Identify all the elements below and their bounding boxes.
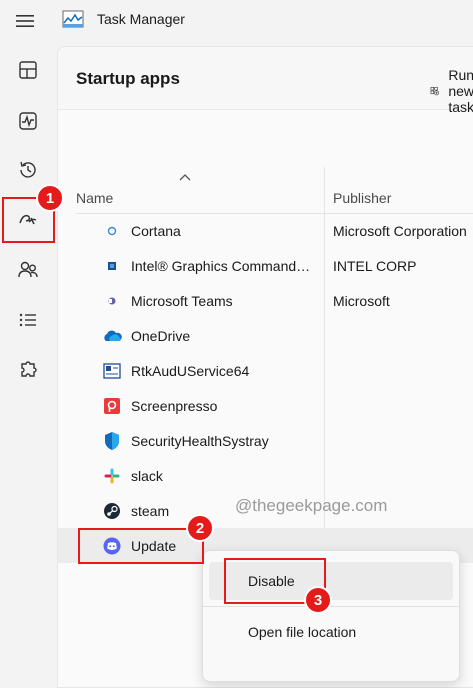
table-row[interactable]: Cortana Microsoft Corporation: [58, 213, 473, 248]
services-puzzle-icon: [21, 361, 37, 377]
column-header-name[interactable]: Name: [76, 190, 113, 206]
history-icon: [20, 161, 36, 178]
callout-badge-2: 2: [186, 514, 214, 542]
slack-icon: [102, 466, 122, 486]
nav-processes[interactable]: [8, 50, 48, 90]
table-row[interactable]: Screenpresso: [58, 388, 473, 423]
row-publisher: Microsoft: [333, 293, 390, 309]
menu-item-label: Open file location: [248, 624, 357, 640]
intel-graphics-icon: [102, 256, 122, 276]
task-manager-app-icon: [62, 10, 84, 28]
table-row[interactable]: slack: [58, 458, 473, 493]
run-new-task-icon: [430, 86, 439, 96]
row-name: RtkAudUService64: [131, 363, 250, 379]
panel-header: Startup apps Run new task: [58, 47, 473, 115]
security-shield-icon: [102, 431, 122, 451]
row-name: Microsoft Teams: [131, 293, 233, 309]
onedrive-icon: [102, 326, 122, 346]
details-list-icon: [19, 313, 36, 327]
performance-icon: [19, 112, 37, 130]
table-row[interactable]: Microsoft Teams Microsoft: [58, 283, 473, 318]
realtek-icon: [102, 361, 122, 381]
row-publisher: INTEL CORP: [333, 258, 417, 274]
menu-separator: [203, 606, 459, 607]
row-name: Intel® Graphics Command…: [131, 258, 311, 274]
page-title: Startup apps: [76, 69, 180, 88]
callout-badge-1: 1: [36, 184, 64, 212]
row-name: Screenpresso: [131, 398, 218, 414]
sort-ascending-icon[interactable]: [178, 172, 192, 182]
row-name: steam: [131, 503, 170, 519]
callout-box-update-row: [78, 528, 204, 564]
callout-badge-3: 3: [304, 586, 332, 614]
nav-services[interactable]: [8, 350, 48, 390]
run-new-task-button[interactable]: Run new task: [430, 67, 473, 115]
table-row[interactable]: OneDrive: [58, 318, 473, 353]
cortana-icon: [102, 221, 122, 241]
table-row[interactable]: RtkAudUService64: [58, 353, 473, 388]
row-publisher: Microsoft Corporation: [333, 223, 467, 239]
teams-icon: [102, 291, 122, 311]
nav-performance[interactable]: [8, 101, 48, 141]
steam-icon: [102, 501, 122, 521]
row-name: slack: [131, 468, 163, 484]
hamburger-menu-icon[interactable]: [14, 10, 36, 32]
run-new-task-label: Run new task: [448, 67, 473, 115]
users-icon: [18, 261, 38, 278]
processes-icon: [19, 61, 37, 79]
row-name: OneDrive: [131, 328, 191, 344]
row-name: Cortana: [131, 223, 181, 239]
nav-app-history[interactable]: [8, 150, 48, 190]
nav-details[interactable]: [8, 300, 48, 340]
table-row[interactable]: Intel® Graphics Command… INTEL CORP: [58, 248, 473, 283]
menu-item-open-file-location[interactable]: Open file location: [209, 613, 453, 651]
table-row[interactable]: SecurityHealthSystray: [58, 423, 473, 458]
screenpresso-icon: [102, 396, 122, 416]
title-bar: Task Manager: [0, 0, 473, 42]
watermark: @thegeekpage.com: [235, 496, 388, 515]
column-header-publisher[interactable]: Publisher: [333, 190, 391, 206]
app-title: Task Manager: [97, 11, 185, 27]
nav-users[interactable]: [8, 250, 48, 290]
row-name: SecurityHealthSystray: [131, 433, 269, 449]
